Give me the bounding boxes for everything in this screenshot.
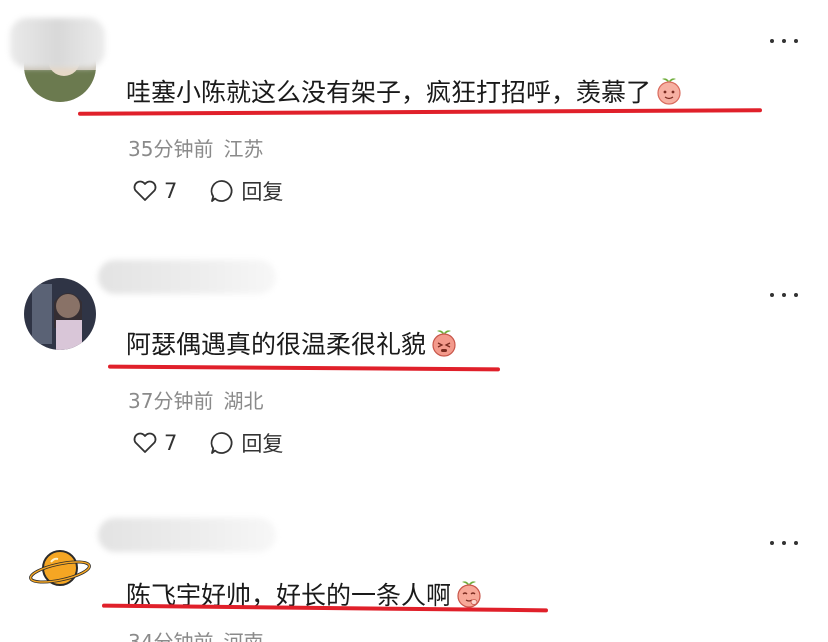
comment-actions: 7 回复 (132, 176, 283, 206)
comment-item: 陈飞宇好帅，好长的一条人啊 34分钟前 河南 (0, 500, 828, 642)
dot-icon (794, 39, 798, 43)
dot-icon (794, 541, 798, 545)
avatar[interactable] (24, 278, 96, 350)
comment-text-row: 阿瑟偶遇真的很温柔很礼貌 (126, 326, 459, 360)
heart-icon (133, 432, 157, 453)
like-count: 7 (164, 431, 178, 455)
smile-peach-emoji (657, 78, 681, 105)
like-button[interactable]: 7 (132, 179, 177, 203)
reply-label: 回复 (241, 432, 284, 456)
chat-bubble-icon (211, 180, 233, 202)
wipe-drool-peach-emoji (457, 581, 481, 608)
username-blurred[interactable] (10, 18, 105, 68)
dot-icon (770, 39, 774, 43)
comment-location: 河南 (223, 630, 264, 642)
more-options-button[interactable] (770, 538, 798, 548)
comment-meta: 35分钟前 江苏 (128, 133, 263, 162)
reply-button[interactable]: 回复 (209, 176, 283, 206)
more-options-button[interactable] (770, 290, 798, 300)
comment-time: 37分钟前 (128, 389, 214, 413)
comment-text: 阿瑟偶遇真的很温柔很礼貌 (126, 330, 427, 359)
like-count: 7 (164, 179, 178, 203)
highlight-underline (107, 364, 501, 372)
more-options-button[interactable] (770, 36, 798, 46)
comment-meta: 37分钟前 湖北 (128, 385, 263, 414)
reply-label: 回复 (241, 180, 284, 204)
highlight-underline (77, 108, 763, 116)
comment-location: 湖北 (223, 389, 264, 413)
reply-button[interactable]: 回复 (209, 428, 283, 458)
dot-icon (782, 293, 786, 297)
dot-icon (770, 541, 774, 545)
dot-icon (782, 541, 786, 545)
avatar[interactable] (24, 530, 96, 602)
dot-icon (782, 39, 786, 43)
comment-actions: 7 回复 (132, 428, 283, 458)
comment-text: 哇塞小陈就这么没有架子，疯狂打招呼，羡慕了 (126, 78, 652, 107)
comment-text-row: 哇塞小陈就这么没有架子，疯狂打招呼，羡慕了 (126, 74, 684, 108)
comment-meta: 34分钟前 河南 (128, 626, 263, 642)
dot-icon (770, 293, 774, 297)
username-blurred[interactable] (98, 518, 276, 552)
heart-icon (133, 180, 157, 201)
blush-peach-emoji (432, 330, 456, 357)
comment-item: 阿瑟偶遇真的很温柔很礼貌 37分钟前 湖北 7 回复 (0, 230, 828, 500)
comment-time: 35分钟前 (128, 137, 214, 161)
comment-location: 江苏 (223, 137, 264, 161)
comment-time: 34分钟前 (128, 630, 214, 642)
chat-bubble-icon (211, 432, 233, 454)
dot-icon (794, 293, 798, 297)
comment-list: 哇塞小陈就这么没有架子，疯狂打招呼，羡慕了 35分钟前 江苏 7 回复 阿瑟偶遇… (0, 0, 828, 642)
comment-item: 哇塞小陈就这么没有架子，疯狂打招呼，羡慕了 35分钟前 江苏 7 回复 (0, 0, 828, 230)
like-button[interactable]: 7 (132, 431, 177, 455)
username-blurred[interactable] (98, 260, 276, 294)
